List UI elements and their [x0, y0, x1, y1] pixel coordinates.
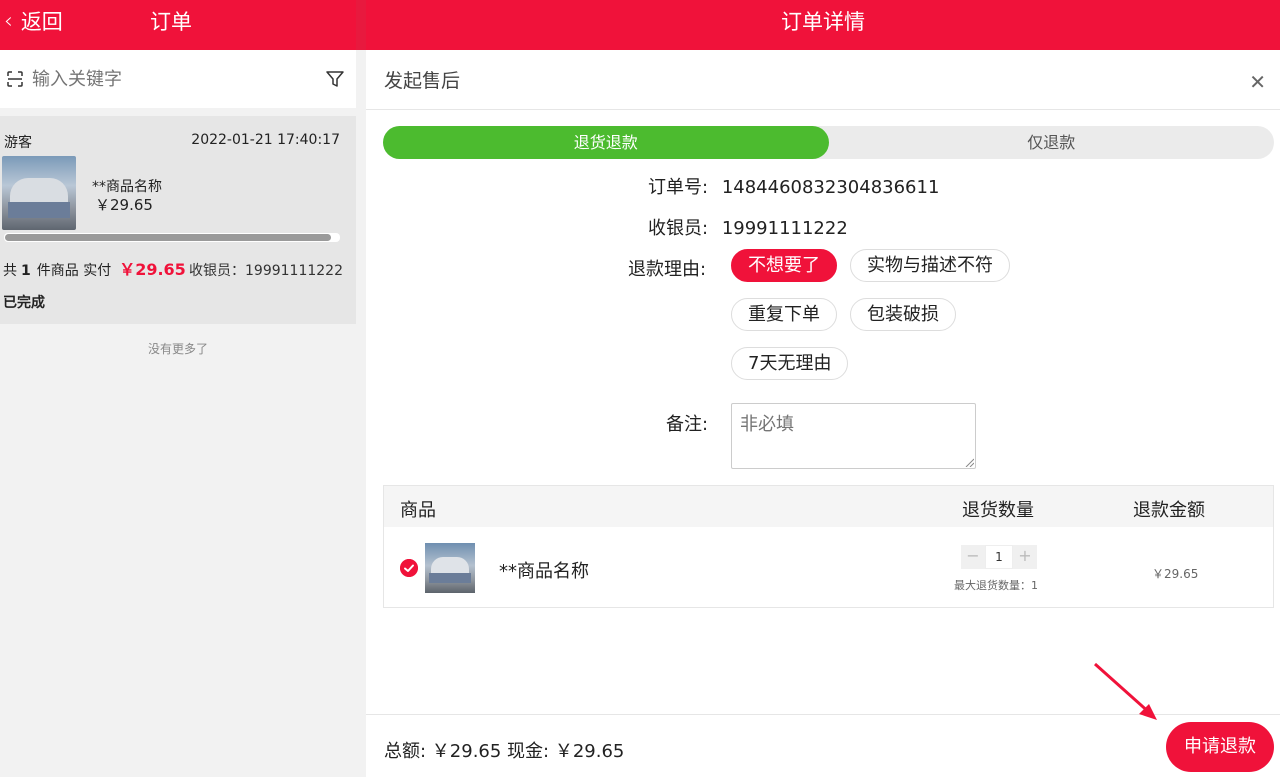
tab-return-refund[interactable]: 退货退款: [383, 126, 829, 159]
table-row: **商品名称 − 1 + 最大退货数量：1 ￥29.65: [384, 527, 1273, 607]
order-card[interactable]: 游客 2022-01-21 17:40:17 **商品名称 ￥29.65 共 1…: [0, 116, 356, 324]
quantity-value[interactable]: 1: [985, 545, 1013, 569]
reason-not-as-described[interactable]: 实物与描述不符: [850, 249, 1010, 282]
refund-amount: ￥29.65: [1152, 567, 1199, 581]
order-no-label: 订单号:: [648, 177, 709, 198]
right-title: 订单详情: [366, 0, 1280, 50]
order-status: 已完成: [3, 295, 45, 311]
col-refund-amount: 退款金额: [1133, 500, 1205, 521]
product-name: **商品名称: [499, 561, 589, 582]
footer-bar: 总额: ￥29.65 现金: ￥29.65 申请退款: [366, 714, 1280, 777]
order-customer: 游客: [4, 135, 32, 151]
left-header: ‹ 返回 订单: [0, 0, 356, 50]
col-return-qty: 退货数量: [962, 500, 1034, 521]
order-datetime: 2022-01-21 17:40:17: [191, 132, 340, 148]
back-label: 返回: [20, 10, 63, 34]
totals-text: 总额: ￥29.65 现金: ￥29.65: [384, 741, 625, 762]
filter-icon[interactable]: [324, 68, 346, 90]
quantity-stepper: − 1 +: [961, 545, 1037, 569]
after-sale-header: 发起售后 ✕: [366, 50, 1280, 110]
remark-input[interactable]: [731, 403, 976, 469]
cashier-label: 收银员:: [648, 218, 709, 239]
apply-refund-button[interactable]: 申请退款: [1166, 722, 1274, 772]
reason-dont-want[interactable]: 不想要了: [731, 249, 837, 282]
back-button[interactable]: ‹ 返回: [4, 6, 63, 36]
search-bar: [0, 50, 356, 108]
tab-refund-only[interactable]: 仅退款: [829, 126, 1275, 159]
resize-grip-icon[interactable]: [964, 457, 974, 467]
max-return-qty: 最大退货数量：1: [954, 579, 1038, 592]
close-icon[interactable]: ✕: [1249, 70, 1266, 94]
increment-button[interactable]: +: [1013, 545, 1037, 569]
remark-label: 备注:: [666, 414, 709, 435]
order-no-field: 订单号: 1484460832304836611: [648, 173, 939, 199]
left-title: 订单: [150, 10, 192, 34]
order-product-price: ￥29.65: [95, 196, 153, 214]
search-input[interactable]: [32, 68, 324, 90]
horizontal-scrollbar[interactable]: [4, 233, 340, 242]
table-header: 商品 退货数量 退款金额: [384, 486, 1273, 527]
order-product-name: **商品名称: [92, 179, 162, 195]
reason-duplicate-order[interactable]: 重复下单: [731, 298, 837, 331]
scan-icon[interactable]: [6, 70, 24, 88]
annotation-arrow-icon: [1094, 662, 1157, 720]
refund-items-table: 商品 退货数量 退款金额 **商品名称 − 1 + 最大退货数量：1 ￥29.6…: [383, 485, 1274, 608]
refund-type-tabs: 退货退款 仅退款: [383, 126, 1274, 159]
modal-title: 发起售后: [384, 70, 461, 92]
order-detail-panel: 订单详情 发起售后 ✕ 退货退款 仅退款 订单号: 14844608323048…: [366, 0, 1280, 777]
panel-divider-top: [356, 0, 366, 50]
order-list-panel: ‹ 返回 订单 游客 2022-01-21 17:40:17 **商品名称 ￥2…: [0, 0, 356, 777]
cashier-value: 19991111222: [721, 218, 848, 239]
product-thumbnail: [2, 156, 76, 230]
reason-7-day-no-reason[interactable]: 7天无理由: [731, 347, 849, 380]
checkbox-checked-icon[interactable]: [400, 559, 418, 577]
chevron-left-icon: ‹: [4, 8, 13, 34]
order-summary: 共 1 件商品 实付 ￥29.65 收银员：19991111222: [3, 256, 343, 280]
order-item-count: 1: [21, 263, 31, 279]
panel-divider: [356, 0, 366, 777]
product-image: [425, 543, 475, 593]
decrement-button[interactable]: −: [961, 545, 985, 569]
order-paid-amount: ￥29.65: [119, 260, 186, 279]
col-product: 商品: [400, 500, 436, 521]
no-more-text: 没有更多了: [147, 342, 208, 356]
order-cashier: 收银员：19991111222: [189, 263, 343, 279]
reason-package-damaged[interactable]: 包装破损: [850, 298, 956, 331]
order-no-value: 1484460832304836611: [721, 177, 940, 198]
reason-label: 退款理由:: [628, 259, 707, 280]
cashier-field: 收银员: 19991111222: [648, 214, 848, 240]
